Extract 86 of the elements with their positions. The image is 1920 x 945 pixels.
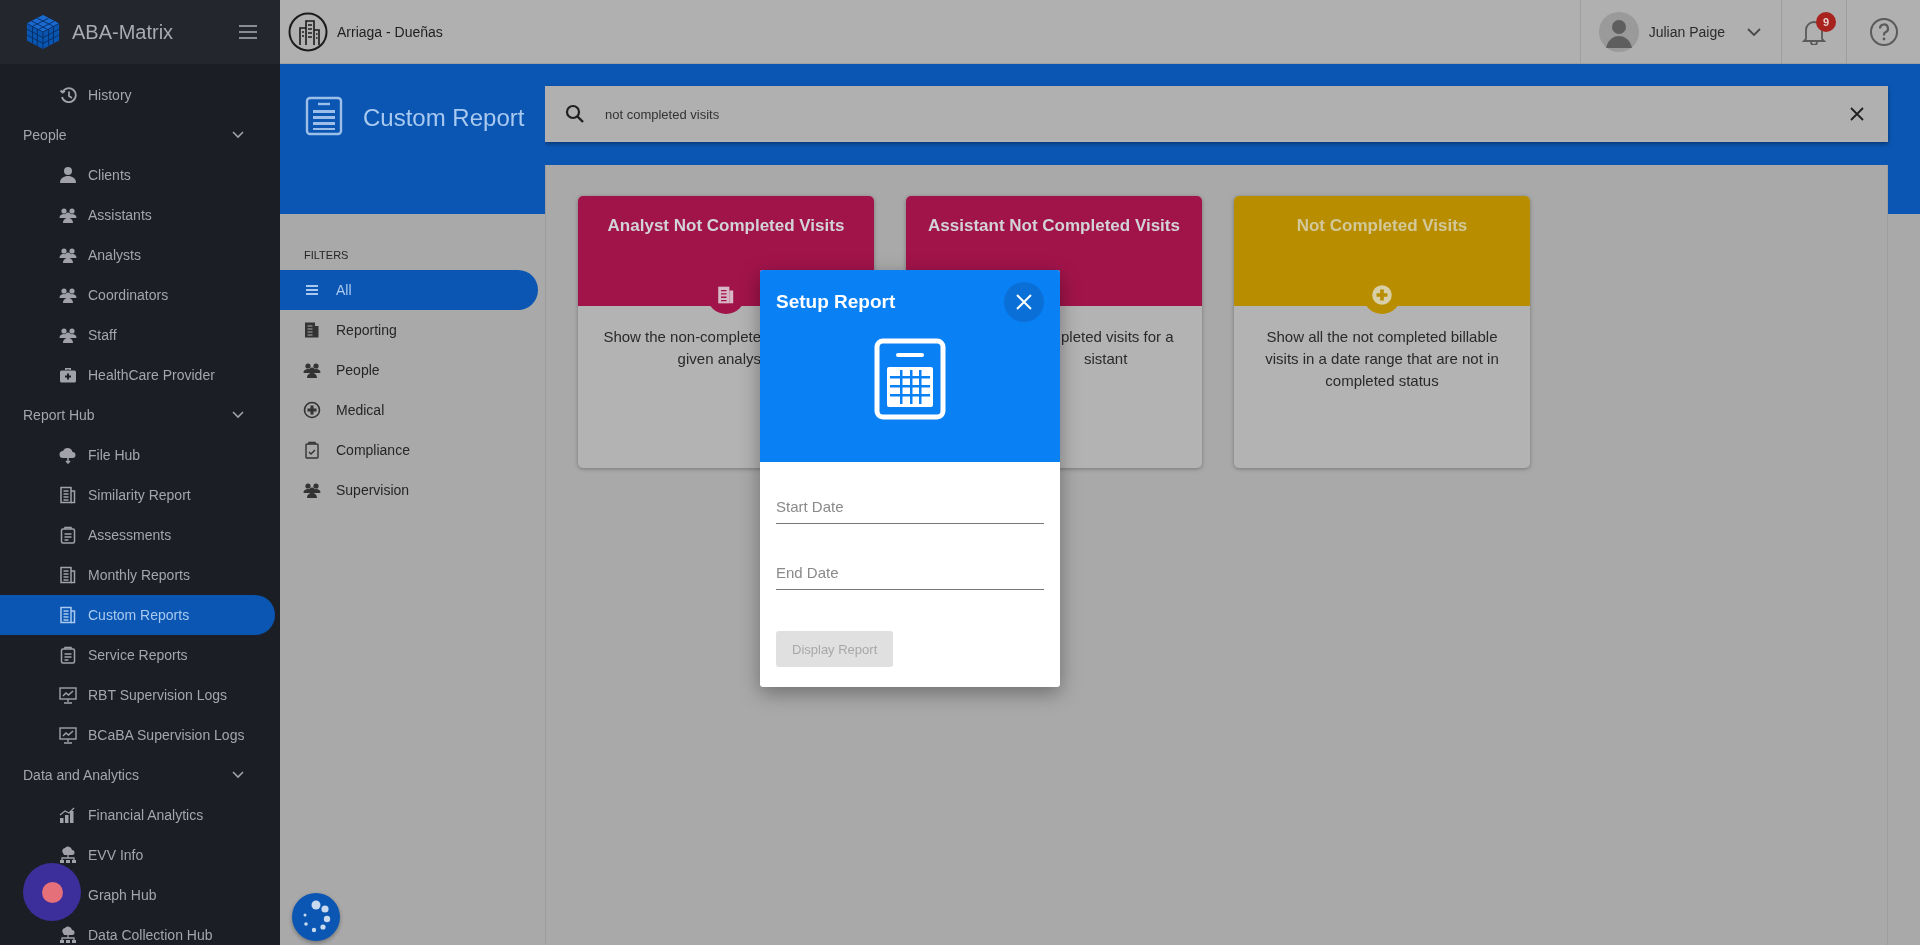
close-button[interactable] bbox=[1004, 282, 1044, 322]
sidebar-item[interactable]: History bbox=[0, 75, 275, 115]
avatar-icon bbox=[1598, 11, 1639, 52]
page-title: Custom Report bbox=[363, 104, 525, 132]
card-description: given analys bbox=[676, 349, 761, 369]
help-icon[interactable] bbox=[1869, 16, 1899, 47]
sidebar-item[interactable]: BCaBA Supervision Logs bbox=[0, 715, 275, 755]
filter-item[interactable]: Medical bbox=[280, 390, 538, 430]
report-card[interactable]: Not Completed Visits Show all the not completed billable visits in a date range that are not in completed status bbox=[1234, 196, 1530, 468]
filter-item[interactable]: Supervision bbox=[280, 470, 538, 510]
app-name: ABA-Matrix bbox=[72, 20, 175, 44]
filter-item[interactable]: People bbox=[280, 350, 538, 390]
network-icon bbox=[59, 846, 77, 864]
plus-icon bbox=[303, 401, 321, 419]
document-icon bbox=[59, 606, 77, 624]
card-title: Not Completed Visits bbox=[1296, 216, 1468, 236]
date-field[interactable]: Start Date bbox=[776, 486, 1044, 524]
building-logo-icon bbox=[288, 11, 328, 52]
clipboard-icon bbox=[303, 441, 321, 459]
clipboard-icon bbox=[59, 646, 77, 664]
person-icon bbox=[59, 166, 77, 184]
card-description: Show all the not completed billable visits in a date range that are not in completed status bbox=[1264, 327, 1500, 391]
group-icon bbox=[59, 246, 77, 264]
group-icon bbox=[303, 361, 321, 379]
clipboard-icon bbox=[59, 526, 77, 544]
card-title: Assistant Not Completed Visits bbox=[928, 216, 1180, 236]
group-icon bbox=[59, 206, 77, 224]
sidebar-item[interactable]: RBT Supervision Logs bbox=[0, 675, 275, 715]
notification-count: 9 bbox=[1816, 11, 1836, 32]
search-bar[interactable]: not completed visits bbox=[545, 86, 1888, 142]
sidebar-item[interactable]: Assessments bbox=[0, 515, 275, 555]
sidebar-item[interactable]: Staff bbox=[0, 315, 275, 355]
card-description: Show the non-complete bbox=[602, 327, 761, 347]
sidebar-item[interactable]: File Hub bbox=[0, 435, 275, 475]
group-icon bbox=[59, 326, 77, 344]
network-icon bbox=[59, 926, 77, 944]
search-icon bbox=[565, 104, 585, 124]
menu-icon[interactable] bbox=[238, 24, 258, 40]
sidebar-item[interactable]: Monthly Reports bbox=[0, 555, 275, 595]
filter-item[interactable]: Compliance bbox=[280, 430, 538, 470]
search-field[interactable]: not completed visits bbox=[603, 105, 1850, 123]
sidebar-item[interactable]: HealthCare Provider bbox=[0, 355, 275, 395]
cube-logo-icon bbox=[24, 12, 62, 52]
monitor-icon bbox=[59, 686, 77, 704]
card-description: sistant bbox=[1083, 349, 1129, 369]
monitor-icon bbox=[59, 726, 77, 744]
chevron-down-icon bbox=[232, 131, 244, 139]
organization-name: Arriaga - Dueñas bbox=[337, 23, 443, 40]
date-field[interactable]: End Date bbox=[776, 552, 1044, 590]
bar-chart-icon bbox=[59, 806, 77, 824]
document-icon bbox=[303, 321, 321, 339]
sidebar-item[interactable]: EVV Info bbox=[0, 835, 275, 875]
filter-item[interactable]: All bbox=[280, 270, 538, 310]
sidebar-section[interactable]: Report Hub bbox=[0, 395, 280, 435]
sidebar-item[interactable]: Assistants bbox=[0, 195, 275, 235]
card-title: Analyst Not Completed Visits bbox=[607, 216, 845, 236]
chevron-down-icon bbox=[232, 411, 244, 419]
close-icon[interactable] bbox=[1850, 107, 1864, 121]
sidebar-item[interactable]: Similarity Report bbox=[0, 475, 275, 515]
sidebar-item[interactable]: Graph Hub bbox=[0, 875, 275, 915]
sidebar-item[interactable]: Data Collection Hub bbox=[0, 915, 275, 945]
sidebar-item[interactable]: Financial Analytics bbox=[0, 795, 275, 835]
chevron-down-icon bbox=[232, 771, 244, 779]
filters-heading: FILTERS bbox=[303, 248, 350, 263]
card-description: pleted visits for a bbox=[1061, 327, 1175, 347]
sidebar-section[interactable]: People bbox=[0, 115, 280, 155]
group-icon bbox=[59, 286, 77, 304]
notifications-button[interactable]: 9 bbox=[1782, 0, 1847, 64]
document-icon bbox=[59, 566, 77, 584]
sidebar-item[interactable]: Custom Reports bbox=[0, 595, 275, 635]
briefcase-icon bbox=[59, 366, 77, 384]
sidebar-item[interactable]: Clients bbox=[0, 155, 275, 195]
sidebar-item[interactable]: Analysts bbox=[0, 235, 275, 275]
loading-spinner-icon bbox=[292, 893, 340, 941]
close-icon bbox=[1015, 293, 1033, 311]
sidebar-item[interactable]: Service Reports bbox=[0, 635, 275, 675]
record-button[interactable] bbox=[23, 863, 81, 921]
cloud-icon bbox=[59, 446, 77, 464]
user-menu[interactable]: Julian Paige bbox=[1579, 0, 1782, 64]
document-icon bbox=[59, 486, 77, 504]
sidebar-section[interactable]: Data and Analytics bbox=[0, 755, 280, 795]
group-icon bbox=[303, 481, 321, 499]
clock-icon bbox=[59, 86, 77, 104]
sidebar-item[interactable]: Coordinators bbox=[0, 275, 275, 315]
chevron-down-icon bbox=[1747, 27, 1761, 36]
filter-item[interactable]: Reporting bbox=[280, 310, 538, 350]
